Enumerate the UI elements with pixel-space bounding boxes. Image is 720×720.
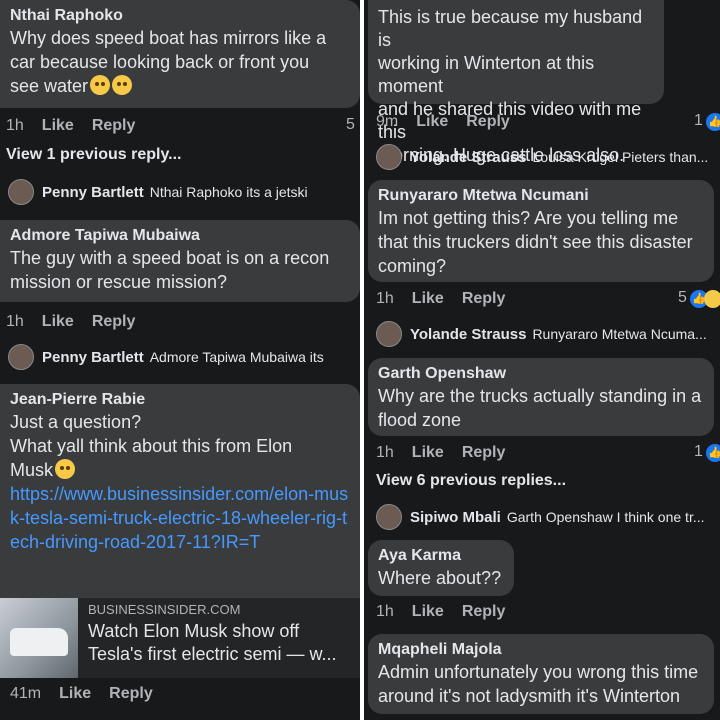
reply-preview-row[interactable]: Sipiwo Mbali Garth Openshaw I think one …: [376, 504, 705, 530]
link-title: Watch Elon Musk show off Tesla's first e…: [88, 621, 337, 664]
reply-button[interactable]: Reply: [462, 290, 506, 308]
comment-actions: 1h Like Reply: [6, 114, 153, 138]
like-button[interactable]: Like: [42, 117, 74, 135]
emoji-thinking-icon: [55, 459, 76, 479]
view-previous-replies-link[interactable]: View 6 previous replies...: [376, 472, 566, 490]
link-preview-card[interactable]: BUSINESSINSIDER.COM Watch Elon Musk show…: [0, 598, 360, 678]
like-reaction-icon: 👍: [706, 444, 720, 462]
timestamp: 9m: [376, 113, 399, 130]
reply-button[interactable]: Reply: [466, 113, 510, 131]
comment-bubble-admore[interactable]: Admore Tapiwa Mubaiwa The guy with a spe…: [0, 220, 360, 302]
comment-bubble-aya[interactable]: Aya Karma Where about??: [368, 540, 514, 596]
comment-actions: 1h Like Reply: [6, 310, 153, 334]
comment-text: This is true because my husband is worki…: [378, 7, 643, 165]
comment-author[interactable]: Runyararo Mtetwa Ncumani: [378, 186, 704, 206]
reply-preview-text: Garth Openshaw I think one tr...: [506, 509, 705, 525]
reply-preview-text: Louisa Krügel Pieters than...: [532, 149, 709, 165]
reply-author[interactable]: Penny Bartlett: [42, 184, 144, 201]
reaction-count[interactable]: 1: [694, 443, 703, 461]
comment-text: Why are the trucks actually standing in …: [378, 386, 702, 430]
reply-author[interactable]: Yolande Strauss: [410, 149, 526, 166]
reply-preview-text: Nthai Raphoko its a jetski: [149, 184, 308, 200]
view-previous-replies-link[interactable]: View 1 previous reply...: [6, 146, 181, 164]
reaction-count[interactable]: 5: [678, 289, 687, 307]
comment-text: Why does speed boat has mirrors like a c…: [10, 28, 327, 96]
comment-actions: 1h Like Reply: [376, 441, 523, 465]
reply-preview-text: Runyararo Mtetwa Ncuma...: [532, 326, 707, 342]
comment-text: The guy with a speed boat is on a recon …: [10, 248, 330, 292]
comment-actions: 9m Like Reply: [376, 110, 528, 134]
reply-author[interactable]: Sipiwo Mbali: [410, 509, 501, 526]
comment-bubble-wife[interactable]: This is true because my husband is worki…: [368, 0, 664, 165]
like-button[interactable]: Like: [412, 444, 444, 462]
link-domain: BUSINESSINSIDER.COM: [88, 602, 241, 617]
reply-author[interactable]: Penny Bartlett: [42, 349, 144, 366]
comment-bubble-mqapheli[interactable]: Mqapheli Majola Admin unfortunately you …: [368, 634, 714, 714]
comment-text: Im not getting this? Are you telling me …: [378, 208, 693, 276]
timestamp: 1h: [376, 444, 394, 461]
reaction-count[interactable]: 1: [694, 112, 703, 130]
like-button[interactable]: Like: [59, 685, 91, 703]
timestamp: 41m: [10, 685, 42, 702]
comment-author[interactable]: Aya Karma: [378, 546, 504, 566]
comment-text: Admin unfortunately you wrong this time …: [378, 662, 699, 706]
avatar[interactable]: [376, 504, 402, 530]
haha-reaction-icon: [704, 290, 720, 308]
comment-actions: 1h Like Reply: [376, 600, 523, 624]
reply-preview-row[interactable]: Yolande Strauss Runyararo Mtetwa Ncuma..…: [376, 321, 707, 347]
like-button[interactable]: Like: [42, 313, 74, 331]
comment-bubble-runyararo[interactable]: Runyararo Mtetwa Ncumani Im not getting …: [368, 180, 714, 282]
comment-text: Where about??: [378, 568, 502, 588]
like-button[interactable]: Like: [412, 290, 444, 308]
left-comments-panel: Nthai Raphoko Why does speed boat has mi…: [0, 0, 360, 720]
comment-author[interactable]: Jean-Pierre Rabie: [10, 390, 350, 410]
avatar[interactable]: [8, 179, 34, 205]
timestamp: 1h: [376, 603, 394, 620]
like-button[interactable]: Like: [416, 113, 448, 131]
reply-preview-row[interactable]: Penny Bartlett Nthai Raphoko its a jetsk…: [8, 179, 308, 205]
like-reaction-icon: 👍: [706, 113, 720, 131]
comment-author[interactable]: Garth Openshaw: [378, 364, 704, 384]
reply-preview-row[interactable]: Penny Bartlett Admore Tapiwa Mubaiwa its: [8, 344, 324, 370]
avatar[interactable]: [376, 321, 402, 347]
timestamp: 1h: [376, 290, 394, 307]
reply-button[interactable]: Reply: [462, 444, 506, 462]
emoji-rolling-eyes-icon: [112, 75, 133, 95]
timestamp: 1h: [6, 313, 24, 330]
avatar[interactable]: [8, 344, 34, 370]
reply-preview-row[interactable]: Yolande Strauss Louisa Krügel Pieters th…: [376, 144, 709, 170]
comment-link[interactable]: https://www.businessinsider.com/elon-mus…: [10, 482, 350, 554]
comment-actions: 41m Like Reply: [10, 682, 171, 706]
reply-button[interactable]: Reply: [92, 117, 136, 135]
link-thumbnail: [0, 598, 78, 678]
comment-bubble-jean-pierre[interactable]: Jean-Pierre Rabie Just a question? What …: [0, 384, 360, 598]
avatar[interactable]: [376, 144, 402, 170]
reply-author[interactable]: Yolande Strauss: [410, 326, 526, 343]
emoji-rolling-eyes-icon: [90, 75, 111, 95]
comment-text: Just a question? What yall think about t…: [10, 412, 293, 480]
reaction-count[interactable]: 5: [346, 116, 355, 134]
comment-bubble-nthai[interactable]: Nthai Raphoko Why does speed boat has mi…: [0, 0, 360, 108]
timestamp: 1h: [6, 117, 24, 134]
comment-author[interactable]: Nthai Raphoko: [10, 6, 350, 26]
reply-preview-text: Admore Tapiwa Mubaiwa its: [149, 349, 324, 365]
comment-author[interactable]: Mqapheli Majola: [378, 640, 704, 660]
comment-author[interactable]: Admore Tapiwa Mubaiwa: [10, 226, 350, 246]
like-button[interactable]: Like: [412, 603, 444, 621]
comment-bubble-garth[interactable]: Garth Openshaw Why are the trucks actual…: [368, 358, 714, 436]
comment-actions: 1h Like Reply: [376, 287, 523, 311]
right-comments-panel: This is true because my husband is worki…: [364, 0, 720, 720]
reply-button[interactable]: Reply: [92, 313, 136, 331]
reply-button[interactable]: Reply: [109, 685, 153, 703]
reply-button[interactable]: Reply: [462, 603, 506, 621]
